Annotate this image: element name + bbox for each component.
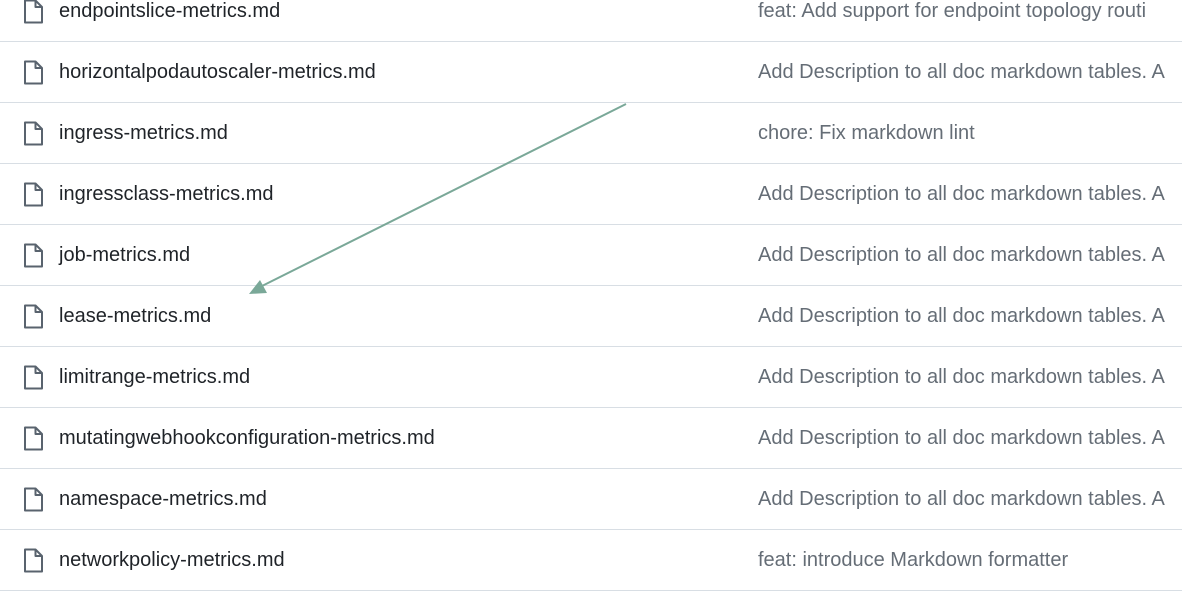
file-icon	[24, 121, 43, 146]
file-row[interactable]: limitrange-metrics.md Add Description to…	[0, 347, 1182, 408]
file-name-link[interactable]: limitrange-metrics.md	[59, 347, 250, 407]
file-icon	[24, 304, 43, 329]
file-row[interactable]: lease-metrics.md Add Description to all …	[0, 286, 1182, 347]
file-icon	[24, 60, 43, 85]
file-row[interactable]: ingressclass-metrics.md Add Description …	[0, 164, 1182, 225]
file-row[interactable]: horizontalpodautoscaler-metrics.md Add D…	[0, 42, 1182, 103]
file-icon	[24, 0, 43, 24]
file-row[interactable]: endpointslice-metrics.md feat: Add suppo…	[0, 0, 1182, 42]
commit-message-link[interactable]: Add Description to all doc markdown tabl…	[758, 347, 1165, 407]
commit-message-link[interactable]: Add Description to all doc markdown tabl…	[758, 408, 1165, 468]
file-row[interactable]: namespace-metrics.md Add Description to …	[0, 469, 1182, 530]
commit-message-link[interactable]: Add Description to all doc markdown tabl…	[758, 286, 1165, 346]
file-name-link[interactable]: endpointslice-metrics.md	[59, 0, 280, 41]
file-icon	[24, 182, 43, 207]
file-row[interactable]: networkpolicy-metrics.md feat: introduce…	[0, 530, 1182, 591]
file-list: endpointslice-metrics.md feat: Add suppo…	[0, 0, 1182, 591]
commit-message-link[interactable]: Add Description to all doc markdown tabl…	[758, 225, 1165, 285]
file-name-link[interactable]: ingress-metrics.md	[59, 103, 228, 163]
commit-message-link[interactable]: Add Description to all doc markdown tabl…	[758, 469, 1165, 529]
file-name-link[interactable]: ingressclass-metrics.md	[59, 164, 273, 224]
commit-message-link[interactable]: Add Description to all doc markdown tabl…	[758, 42, 1165, 102]
file-name-link[interactable]: networkpolicy-metrics.md	[59, 530, 285, 590]
commit-message-link[interactable]: feat: introduce Markdown formatter	[758, 530, 1068, 590]
file-icon	[24, 243, 43, 268]
file-name-link[interactable]: lease-metrics.md	[59, 286, 211, 346]
file-name-link[interactable]: horizontalpodautoscaler-metrics.md	[59, 42, 376, 102]
commit-message-link[interactable]: chore: Fix markdown lint	[758, 103, 975, 163]
commit-message-link[interactable]: Add Description to all doc markdown tabl…	[758, 164, 1165, 224]
file-name-link[interactable]: job-metrics.md	[59, 225, 190, 285]
file-row[interactable]: mutatingwebhookconfiguration-metrics.md …	[0, 408, 1182, 469]
file-icon	[24, 365, 43, 390]
file-name-link[interactable]: mutatingwebhookconfiguration-metrics.md	[59, 408, 435, 468]
file-icon	[24, 487, 43, 512]
file-icon	[24, 548, 43, 573]
file-name-link[interactable]: namespace-metrics.md	[59, 469, 267, 529]
commit-message-link[interactable]: feat: Add support for endpoint topology …	[758, 0, 1146, 41]
file-row[interactable]: job-metrics.md Add Description to all do…	[0, 225, 1182, 286]
file-row[interactable]: ingress-metrics.md chore: Fix markdown l…	[0, 103, 1182, 164]
file-icon	[24, 426, 43, 451]
